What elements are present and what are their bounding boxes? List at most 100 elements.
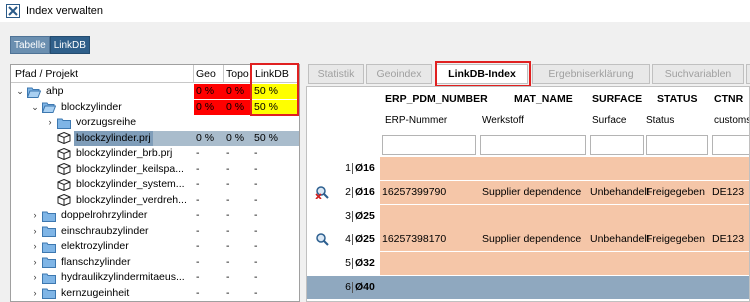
table-cell[interactable]: Freigegeben <box>646 228 705 251</box>
tree-node-name[interactable]: blockzylinder_verdreh... <box>45 193 189 208</box>
column-sub-status: Status <box>646 115 675 126</box>
search-remove-icon[interactable] <box>315 185 329 199</box>
tree-row[interactable]: › elektrozylinder - - - <box>11 239 299 254</box>
column-header-mat-name[interactable]: MAT_NAME <box>514 93 573 105</box>
column-header-status[interactable]: STATUS <box>657 93 697 105</box>
column-header-ctnr[interactable]: CTNR <box>714 93 743 105</box>
column-header-surface[interactable]: SURFACE <box>592 93 642 105</box>
tree-row[interactable]: blockzylinder_system... - - - <box>11 177 299 192</box>
tree-node-name[interactable]: › flanschzylinder <box>30 255 132 270</box>
table-row[interactable]: 4 Ø25 16257398170 Supplier dependence Unbeha… <box>307 228 749 252</box>
tree-node-name[interactable]: › kernzugeinheit <box>30 286 131 301</box>
tree-node-label: blockzylinder_brb.prj <box>76 147 173 159</box>
tab-linkdb-index[interactable]: LinkDB-Index <box>436 64 528 84</box>
tab-geoindex[interactable]: Geoindex <box>366 64 432 84</box>
table-cell[interactable]: 16257399790 <box>382 181 446 204</box>
tree-node-label: blockzylinder_verdreh... <box>76 193 187 206</box>
tree-row[interactable]: ⌄ ahp 0 % 0 % 50 % <box>11 84 299 99</box>
topo-value: 0 % <box>226 131 245 144</box>
table-row[interactable]: 2 Ø16 16257399790 Supplier dependence Unbeha… <box>307 180 749 204</box>
folder-icon <box>42 273 56 284</box>
chevron-right-icon[interactable]: › <box>30 239 40 254</box>
tree-node-name[interactable]: › einschraubzylinder <box>30 224 151 239</box>
row-number: 5 <box>345 257 351 270</box>
table-row[interactable]: 1 Ø16 <box>307 157 749 180</box>
mode-tabs: Tabelle LinkDB <box>10 36 90 54</box>
tab-tabelle[interactable]: Tabelle <box>10 36 50 54</box>
table-cell[interactable]: Unbehandelt <box>590 181 650 204</box>
tree-node-name[interactable]: blockzylinder_keilspa... <box>45 162 186 177</box>
column-sub-customs: customs <box>714 115 750 126</box>
tree-node-name[interactable]: › doppelrohrzylinder <box>30 208 149 223</box>
tab-statistik[interactable]: Statistik <box>308 64 364 84</box>
filter-input-ctnr[interactable] <box>712 135 749 155</box>
tree-row[interactable]: blockzylinder_keilspa... - - - <box>11 162 299 177</box>
topo-value: - <box>226 209 230 221</box>
tree-row[interactable]: › hydraulikzylindermitaeus... - - - <box>11 270 299 285</box>
table-cell[interactable]: Freigegeben <box>646 181 705 204</box>
column-header-linkdb[interactable]: LinkDB <box>252 65 298 83</box>
table-cell[interactable]: Supplier dependence <box>482 228 581 251</box>
topo-value: - <box>226 255 230 268</box>
chevron-right-icon[interactable]: › <box>30 270 40 285</box>
column-header-topo[interactable]: Topo <box>224 65 252 83</box>
topo-value <box>224 115 252 130</box>
table-cell[interactable]: 16257398170 <box>382 228 446 251</box>
chevron-right-icon[interactable]: › <box>30 224 40 239</box>
tree-node-name[interactable]: blockzylinder_brb.prj <box>45 146 174 161</box>
chevron-right-icon[interactable]: › <box>30 255 40 270</box>
tree-row[interactable]: blockzylinder_brb.prj - - - <box>11 146 299 161</box>
table-row[interactable]: 5 Ø32 <box>307 252 749 276</box>
table-row[interactable]: 3 Ø25 <box>307 204 749 228</box>
tree-row[interactable]: › vorzugsreihe <box>11 115 299 130</box>
row-background <box>380 204 749 228</box>
column-sub-werkstoff: Werkstoff <box>482 115 524 126</box>
tree-row[interactable]: blockzylinder_verdreh... - - - <box>11 193 299 208</box>
table-cell[interactable]: Unbehandelt <box>590 228 650 251</box>
linkdb-value: 50 % <box>252 99 298 115</box>
tree-node-name[interactable]: › hydraulikzylindermitaeus... <box>30 270 187 285</box>
tree-node-name[interactable]: ⌄ ahp <box>15 84 66 99</box>
table-cell[interactable]: DE123 <box>712 181 744 204</box>
tab-ergebniserklaerung[interactable]: Ergebniserklärung <box>532 64 650 84</box>
chevron-down-icon[interactable]: ⌄ <box>15 84 25 99</box>
tab-suchvariablen[interactable]: Suchvariablen <box>652 64 744 84</box>
table-cell[interactable]: DE123 <box>712 228 744 251</box>
linkdb-value: - <box>254 209 258 221</box>
folder-icon <box>42 257 56 268</box>
column-header-geo[interactable]: Geo <box>194 65 224 83</box>
table-row[interactable]: 6 Ø40 <box>307 276 749 299</box>
tree-row[interactable]: › einschraubzylinder - - - <box>11 224 299 239</box>
table-cell[interactable]: Supplier dependence <box>482 181 581 204</box>
filter-input-mat-name[interactable] <box>480 135 586 155</box>
tree-row[interactable]: blockzylinder.prj 0 % 0 % 50 % <box>11 130 299 146</box>
tree-node-name[interactable]: › vorzugsreihe <box>45 115 138 130</box>
chevron-right-icon[interactable]: › <box>30 286 40 301</box>
linkdb-value: - <box>254 162 258 175</box>
filter-input-erp-pdm-number[interactable] <box>382 135 476 155</box>
chevron-right-icon[interactable]: › <box>30 208 40 223</box>
tree-row[interactable]: › flanschzylinder - - - <box>11 255 299 270</box>
topo-value: - <box>226 178 230 190</box>
filter-input-surface[interactable] <box>590 135 644 155</box>
tree-node-name[interactable]: blockzylinder.prj <box>45 130 153 146</box>
tree-row[interactable]: › doppelrohrzylinder - - - <box>11 208 299 223</box>
tree-node-name[interactable]: ⌄ blockzylinder <box>30 100 124 115</box>
project-icon <box>57 147 71 160</box>
search-icon[interactable] <box>315 232 329 247</box>
column-header-erp-pdm-number[interactable]: ERP_PDM_NUMBER <box>385 93 488 105</box>
tab-overflow[interactable] <box>746 64 750 84</box>
tree-row[interactable]: › kernzugeinheit - - - <box>11 286 299 301</box>
tree-row[interactable]: ⌄ blockzylinder 0 % 0 % 50 % <box>11 99 299 115</box>
linkdb-grid: ERP_PDM_NUMBER MAT_NAME SURFACE STATUS C… <box>306 86 750 302</box>
chevron-right-icon[interactable]: › <box>45 115 55 130</box>
chevron-down-icon[interactable]: ⌄ <box>30 100 40 115</box>
tree-node-name[interactable]: › elektrozylinder <box>30 239 131 254</box>
tab-linkdb[interactable]: LinkDB <box>49 36 90 54</box>
row-background <box>380 157 749 180</box>
filter-input-status[interactable] <box>646 135 708 155</box>
linkdb-value: - <box>254 178 258 190</box>
column-header-path[interactable]: Pfad / Projekt <box>11 65 194 83</box>
tree-node-name[interactable]: blockzylinder_system... <box>45 177 187 192</box>
row-background <box>380 252 749 276</box>
